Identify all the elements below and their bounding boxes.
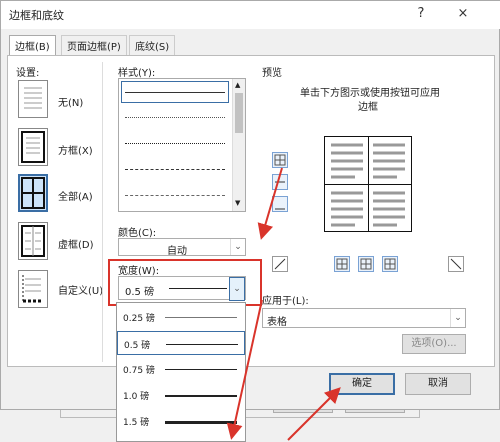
width-option[interactable]: 1.0 磅 [117, 383, 245, 407]
border-left-button[interactable] [334, 256, 350, 272]
borders-shading-dialog: 边框和底纹 ? × 边框(B) 页面边框(P) 底纹(S) 设置: 无(N) 方… [0, 0, 500, 410]
width-option-label: 1.5 磅 [123, 418, 150, 428]
border-top-button[interactable] [272, 152, 288, 168]
options-button[interactable]: 选项(O)... [402, 334, 466, 354]
preview-hint-line1: 单击下方图示或使用按钮可应用 [300, 88, 440, 99]
style-dotted-line[interactable] [125, 117, 225, 118]
width-highlight-box [108, 259, 262, 306]
setting-all-label[interactable]: 全部(A) [58, 188, 93, 203]
setting-none-label[interactable]: 无(N) [58, 94, 83, 109]
help-button[interactable]: ? [411, 5, 431, 23]
width-line-sample [165, 317, 237, 318]
cancel-button[interactable]: 取消 [405, 373, 471, 395]
apply-to-value: 表格 [267, 317, 287, 328]
tab-page-border[interactable]: 页面边框(P) [61, 35, 127, 55]
setting-box-label[interactable]: 方框(X) [58, 142, 93, 157]
style-scrollbar[interactable]: ▲ ▼ [232, 79, 245, 211]
column-divider [102, 62, 103, 362]
width-option-label: 0.5 磅 [124, 341, 151, 351]
preview-label: 预览 [262, 68, 282, 79]
width-option[interactable]: 1.5 磅 [117, 409, 245, 433]
border-bottom-button[interactable] [272, 196, 288, 212]
diagonal-up-button[interactable] [448, 256, 464, 272]
width-line-sample [165, 369, 237, 370]
preview-table[interactable] [324, 136, 412, 232]
border-right-button[interactable] [382, 256, 398, 272]
tab-borders[interactable]: 边框(B) [9, 35, 56, 55]
chevron-down-icon[interactable]: ⌄ [450, 309, 465, 327]
setting-none-icon[interactable] [18, 80, 48, 118]
width-option-label: 1.0 磅 [123, 392, 150, 402]
setting-all-icon[interactable] [18, 174, 48, 212]
preview-hint-line2: 边框 [358, 102, 378, 113]
width-option-label: 0.75 磅 [123, 366, 155, 376]
tab-shading[interactable]: 底纹(S) [129, 35, 176, 55]
width-option-label: 0.25 磅 [123, 314, 155, 324]
width-line-sample [165, 395, 237, 397]
setting-box-icon[interactable] [18, 128, 48, 166]
width-option[interactable]: 0.25 磅 [117, 305, 245, 329]
setting-grid-label[interactable]: 虚框(D) [58, 236, 94, 251]
scroll-up-icon[interactable]: ▲ [235, 81, 240, 89]
close-button[interactable]: × [453, 5, 473, 23]
color-combo[interactable]: 自动 ⌄ [118, 238, 246, 257]
tab-pane: 设置: 无(N) 方框(X) 全部(A) 虚框(D) 自定义(U) 样式(Y): [7, 55, 495, 367]
chevron-down-icon[interactable]: ⌄ [230, 239, 245, 255]
setting-custom-label[interactable]: 自定义(U) [58, 282, 103, 297]
width-dropdown[interactable]: 0.25 磅 0.5 磅 0.75 磅 1.0 磅 1.5 磅 [116, 302, 246, 442]
border-middle-button[interactable] [272, 174, 288, 190]
style-solid-line[interactable] [125, 92, 225, 93]
settings-label: 设置: [16, 68, 40, 79]
title-bar: 边框和底纹 ? × [1, 1, 500, 29]
style-dash-dot-line[interactable] [125, 195, 225, 196]
style-dashed-line[interactable] [125, 169, 225, 170]
style-label: 样式(Y): [118, 68, 156, 79]
width-option[interactable]: 0.75 磅 [117, 357, 245, 381]
preview-text-lines [331, 143, 405, 227]
setting-grid-icon[interactable] [18, 222, 48, 260]
apply-to-combo[interactable]: 表格 ⌄ [262, 308, 466, 328]
apply-to-label: 应用于(L): [262, 296, 309, 307]
width-line-sample [165, 421, 237, 424]
scroll-thumb[interactable] [235, 93, 243, 133]
color-label: 颜色(C): [118, 228, 157, 239]
style-dense-dot-line[interactable] [125, 143, 225, 144]
color-value: 自动 [167, 246, 187, 257]
border-center-button[interactable] [358, 256, 374, 272]
width-line-sample [166, 344, 238, 345]
diagonal-down-button[interactable] [272, 256, 288, 272]
window-title: 边框和底纹 [9, 9, 64, 22]
style-listbox[interactable]: ▲ ▼ [118, 78, 246, 212]
scroll-down-icon[interactable]: ▼ [235, 199, 240, 207]
width-option-selected[interactable]: 0.5 磅 [117, 331, 245, 355]
setting-custom-icon[interactable] [18, 270, 48, 308]
ok-button[interactable]: 确定 [329, 373, 395, 395]
